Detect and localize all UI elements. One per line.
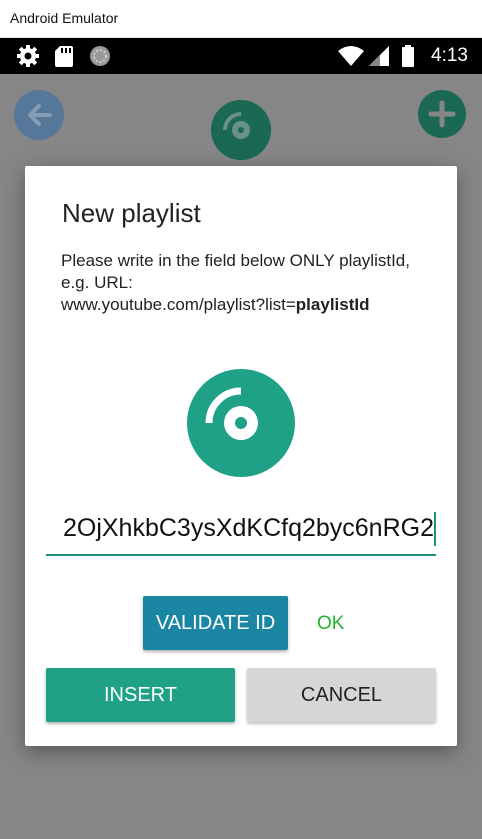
dialog-message-url-prefix: www.youtube.com/playlist?list=: [61, 295, 296, 314]
window-title: Android Emulator: [10, 10, 119, 26]
cell-signal-icon: [369, 46, 389, 66]
dialog-message-url-bold: playlistId: [295, 295, 370, 314]
status-bar: 4:13: [0, 38, 482, 74]
playlist-id-value: 2OjXhkbC3ysXdKCfq2byc6nRG2: [62, 514, 434, 542]
sd-card-icon: [55, 46, 73, 67]
status-clock: 4:13: [431, 45, 468, 66]
validate-id-button[interactable]: VALIDATE ID: [143, 596, 288, 650]
insert-button[interactable]: INSERT: [46, 668, 235, 722]
cancel-button[interactable]: CANCEL: [247, 668, 436, 722]
validation-status: OK: [317, 613, 345, 634]
disc-icon: [187, 369, 295, 477]
text-cursor: [434, 512, 436, 546]
dialog-message-text: Please write in the field below ONLY pla…: [61, 251, 410, 292]
sync-icon: [90, 46, 110, 66]
new-playlist-dialog: New playlist Please write in the field b…: [25, 166, 457, 746]
dialog-message: Please write in the field below ONLY pla…: [61, 250, 431, 316]
dialog-title: New playlist: [62, 198, 201, 228]
playlist-id-input[interactable]: 2OjXhkbC3ysXdKCfq2byc6nRG2: [46, 506, 436, 556]
wifi-icon: [338, 46, 364, 66]
window-title-bar: Android Emulator: [0, 0, 482, 38]
gear-icon: [17, 45, 39, 67]
battery-icon: [402, 45, 414, 67]
